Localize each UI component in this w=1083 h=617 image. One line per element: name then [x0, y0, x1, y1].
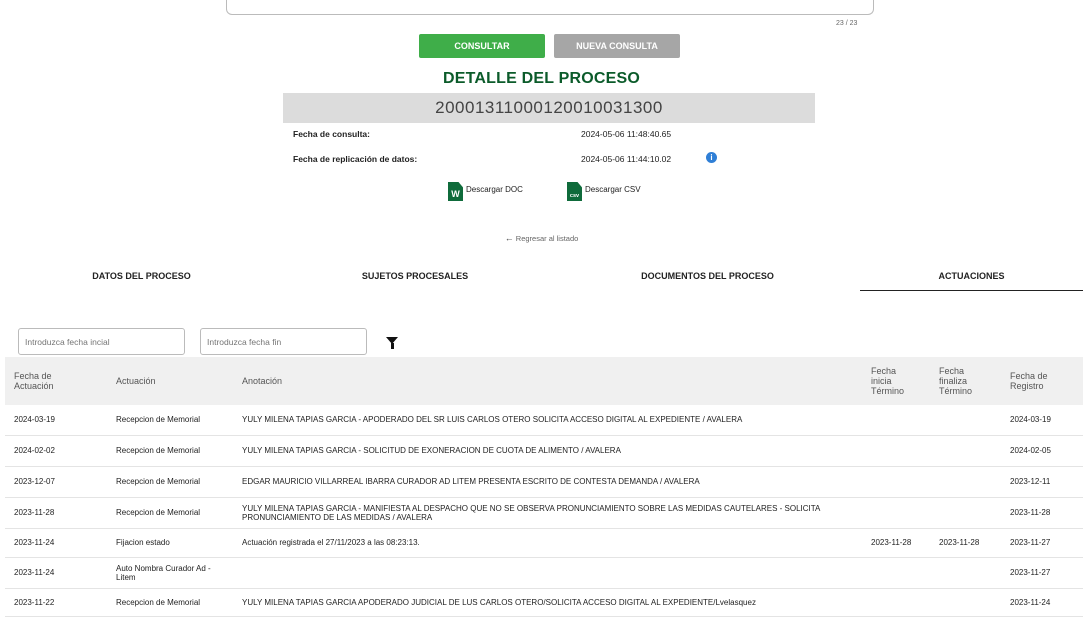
tab-actuaciones[interactable]: ACTUACIONES: [880, 271, 1063, 281]
table-row[interactable]: 2024-03-19 Recepcion de Memorial YULY MI…: [5, 405, 1083, 436]
query-textarea[interactable]: [226, 0, 874, 15]
back-link-label: Regresar al listado: [515, 234, 579, 243]
cell-actuacion: Auto Nombra Curador Ad - Litem: [107, 557, 233, 589]
table-row[interactable]: 2023-11-24 Fijacion estado Actuación reg…: [5, 528, 1083, 558]
page-title: DETALLE DEL PROCESO: [442, 70, 640, 87]
cell-anotacion: YULY MILENA TAPIAS GARCIA APODERADO JUDI…: [233, 588, 862, 617]
cell-registro: 2023-11-24: [1001, 588, 1083, 617]
cell-finaliza: [930, 497, 1001, 529]
fecha-replicacion-value: 2024-05-06 11:44:10.02: [581, 154, 672, 164]
cell-registro: 2023-11-28: [1001, 497, 1083, 529]
tab-documentos-del-proceso[interactable]: DOCUMENTOS DEL PROCESO: [610, 271, 805, 281]
cell-inicia: 2023-11-28: [862, 528, 930, 558]
fecha-consulta-label: Fecha de consulta:: [293, 129, 370, 139]
fecha-fin-input[interactable]: [200, 328, 367, 355]
cell-actuacion: Recepcion de Memorial: [107, 497, 233, 529]
cell-fecha: 2023-11-24: [5, 557, 107, 589]
header-fecha-inicia[interactable]: Fecha inicia Término: [862, 357, 930, 405]
tab-datos-del-proceso[interactable]: DATOS DEL PROCESO: [60, 271, 223, 281]
tab-sujetos-procesales[interactable]: SUJETOS PROCESALES: [330, 271, 500, 281]
fecha-inicial-input[interactable]: [18, 328, 185, 355]
cell-anotacion: YULY MILENA TAPIAS GARCIA - SOLICITUD DE…: [233, 435, 862, 467]
arrow-left-icon: ←: [504, 233, 514, 243]
cell-registro: 2023-11-27: [1001, 557, 1083, 589]
cell-finaliza: 2023-11-28: [930, 528, 1001, 558]
table-row[interactable]: 2023-12-07 Recepcion de Memorial EDGAR M…: [5, 466, 1083, 498]
header-fecha-finaliza[interactable]: Fecha finaliza Término: [930, 357, 1001, 405]
cell-anotacion: EDGAR MAURICIO VILLARREAL IBARRA CURADOR…: [233, 466, 862, 498]
header-fecha-actuacion[interactable]: Fecha de Actuación: [5, 357, 107, 405]
cell-inicia: [862, 557, 930, 589]
header-actuacion[interactable]: Actuación: [107, 357, 233, 405]
cell-fecha: 2024-03-19: [5, 405, 107, 436]
cell-inicia: [862, 588, 930, 617]
cell-inicia: [862, 466, 930, 498]
cell-registro: 2023-11-27: [1001, 528, 1083, 558]
header-anotacion[interactable]: Anotación: [233, 357, 862, 405]
cell-finaliza: [930, 405, 1001, 436]
cell-finaliza: [930, 466, 1001, 498]
csv-file-icon: csv: [567, 182, 582, 201]
word-file-icon: W: [448, 182, 463, 201]
cell-fecha: 2023-11-24: [5, 528, 107, 558]
cell-finaliza: [930, 435, 1001, 467]
info-icon[interactable]: i: [706, 152, 717, 163]
cell-finaliza: [930, 557, 1001, 589]
cell-anotacion: [233, 557, 862, 589]
descargar-csv-link[interactable]: csv Descargar CSV: [567, 182, 641, 201]
filter-icon[interactable]: [386, 337, 398, 349]
fecha-replicacion-label: Fecha de replicación de datos:: [293, 154, 418, 164]
cell-actuacion: Recepcion de Memorial: [107, 405, 233, 436]
actuaciones-table: Fecha de Actuación Actuación Anotación Fe…: [5, 357, 1083, 617]
fecha-consulta-value: 2024-05-06 11:48:40.65: [581, 129, 672, 139]
cell-registro: 2024-02-05: [1001, 435, 1083, 467]
cell-inicia: [862, 435, 930, 467]
table-row[interactable]: 2023-11-24 Auto Nombra Curador Ad - Lite…: [5, 557, 1083, 589]
cell-anotacion: Actuación registrada el 27/11/2023 a las…: [233, 528, 862, 558]
table-header-row: Fecha de Actuación Actuación Anotación Fe…: [5, 357, 1083, 405]
cell-fecha: 2023-11-28: [5, 497, 107, 529]
cell-inicia: [862, 497, 930, 529]
descargar-doc-link[interactable]: W Descargar DOC: [448, 182, 523, 201]
descargar-doc-label: Descargar DOC: [466, 185, 523, 194]
nueva-consulta-button[interactable]: NUEVA CONSULTA: [554, 34, 680, 58]
active-tab-indicator: [860, 290, 1083, 291]
radicado-number: 20001311000120010031300: [283, 93, 815, 123]
cell-fecha: 2023-11-22: [5, 588, 107, 617]
consultar-button[interactable]: CONSULTAR: [419, 34, 545, 58]
cell-actuacion: Recepcion de Memorial: [107, 466, 233, 498]
cell-registro: 2024-03-19: [1001, 405, 1083, 436]
cell-fecha: 2023-12-07: [5, 466, 107, 498]
cell-inicia: [862, 405, 930, 436]
cell-fecha: 2024-02-02: [5, 435, 107, 467]
header-fecha-registro[interactable]: Fecha de Registro: [1001, 357, 1083, 405]
table-row[interactable]: 2023-11-22 Recepcion de Memorial YULY MI…: [5, 588, 1083, 617]
back-link[interactable]: ← Regresar al listado: [0, 233, 1083, 243]
cell-actuacion: Fijacion estado: [107, 528, 233, 558]
cell-finaliza: [930, 588, 1001, 617]
cell-anotacion: YULY MILENA TAPIAS GARCIA - MANIFIESTA A…: [233, 497, 862, 529]
cell-actuacion: Recepcion de Memorial: [107, 588, 233, 617]
cell-registro: 2023-12-11: [1001, 466, 1083, 498]
table-row[interactable]: 2024-02-02 Recepcion de Memorial YULY MI…: [5, 435, 1083, 467]
cell-anotacion: YULY MILENA TAPIAS GARCIA - APODERADO DE…: [233, 405, 862, 436]
character-counter: 23 / 23: [836, 20, 858, 27]
cell-actuacion: Recepcion de Memorial: [107, 435, 233, 467]
descargar-csv-label: Descargar CSV: [585, 185, 641, 194]
table-row[interactable]: 2023-11-28 Recepcion de Memorial YULY MI…: [5, 497, 1083, 529]
